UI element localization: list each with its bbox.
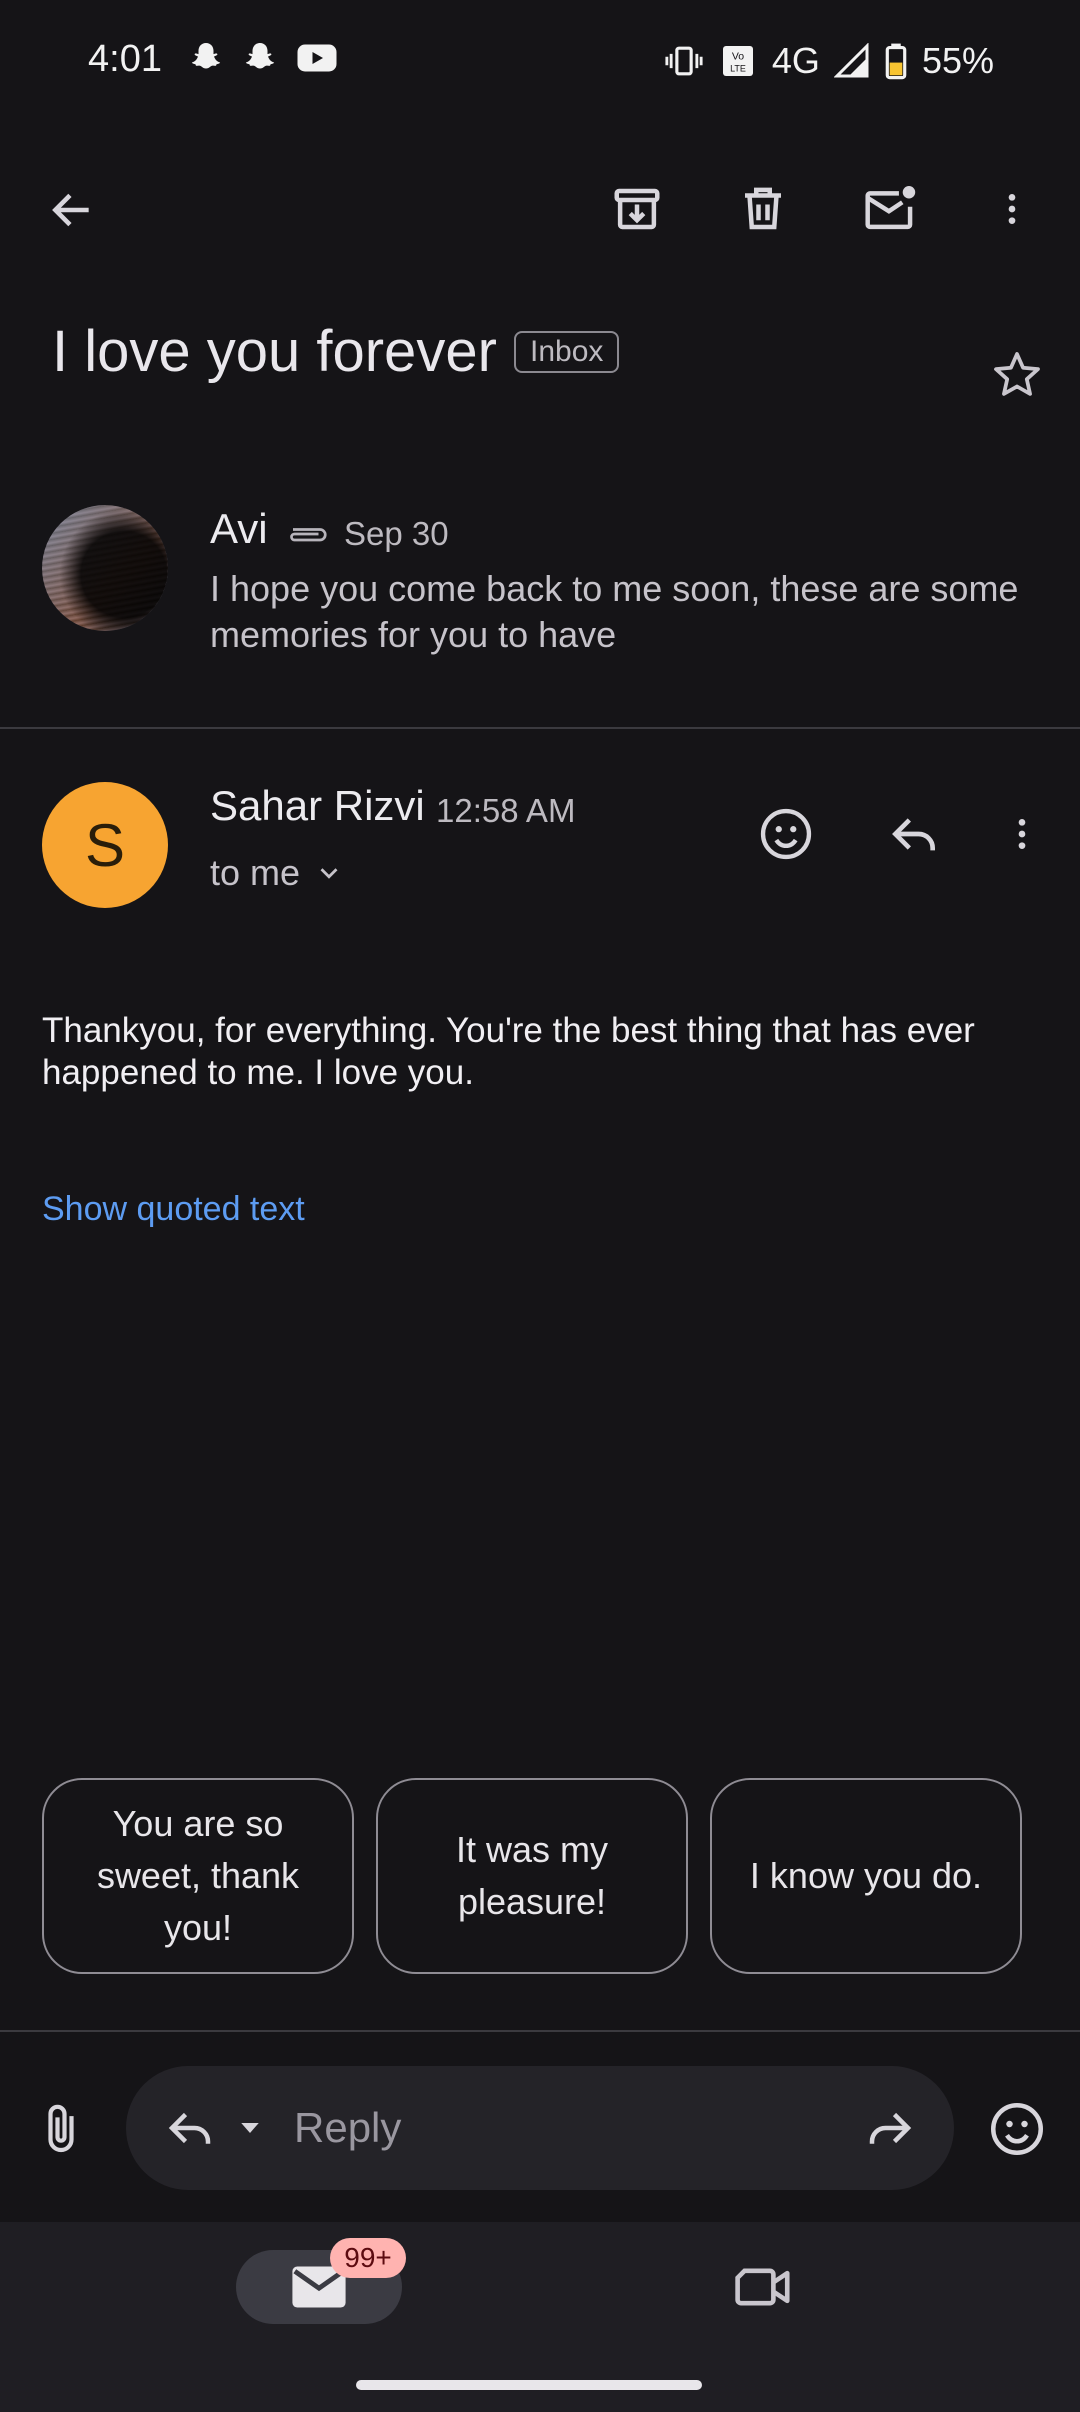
- smart-reply-chip[interactable]: It was my pleasure!: [376, 1778, 688, 1974]
- nav-meet[interactable]: [726, 2254, 800, 2320]
- sender-name: Avi: [210, 505, 268, 552]
- home-indicator[interactable]: [356, 2380, 702, 2390]
- vibrate-icon: [665, 46, 703, 76]
- divider: [0, 727, 1080, 729]
- archive-icon: [614, 188, 660, 230]
- recipient-label: to me: [210, 852, 301, 893]
- show-quoted-text-link[interactable]: Show quoted text: [42, 1190, 305, 1229]
- snapchat-icon: [191, 43, 221, 69]
- unread-count-badge: 99+: [330, 2238, 406, 2278]
- reply-button[interactable]: [880, 800, 948, 868]
- recipient-details-toggle[interactable]: to me: [210, 852, 344, 894]
- reply-type-button[interactable]: [156, 2094, 224, 2162]
- avatar-avi: [42, 505, 168, 631]
- paperclip-icon: [48, 2104, 74, 2153]
- video-camera-icon: [735, 2268, 790, 2306]
- message-more-button[interactable]: [1000, 800, 1044, 868]
- message-date: Sep 30: [344, 515, 449, 552]
- back-button[interactable]: [42, 180, 102, 240]
- message-time: 12:58 AM: [436, 792, 576, 829]
- reply-input[interactable]: Reply: [294, 2104, 401, 2152]
- chevron-down-icon: [320, 868, 338, 879]
- network-type: 4G: [771, 40, 820, 81]
- emoji-icon: [991, 2103, 1043, 2155]
- mark-unread-button[interactable]: [858, 178, 922, 240]
- status-bar: 4:01 Vo LTE 4G 55%: [0, 0, 1080, 125]
- star-icon: [994, 352, 1040, 396]
- smart-reply-chip[interactable]: You are so sweet, thank you!: [42, 1778, 354, 1974]
- star-button[interactable]: [982, 340, 1052, 410]
- forward-icon: [869, 2112, 912, 2144]
- smart-replies: You are so sweet, thank you! It was my p…: [42, 1778, 1022, 1974]
- youtube-icon: [297, 44, 337, 72]
- svg-text:Vo: Vo: [732, 51, 744, 63]
- message-snippet: I hope you come back to me soon, these a…: [210, 568, 1019, 655]
- archive-button[interactable]: [606, 178, 668, 240]
- emoji-icon: [760, 808, 812, 860]
- battery-icon: [885, 43, 907, 80]
- attach-button[interactable]: [28, 2096, 94, 2162]
- back-arrow-icon: [52, 193, 89, 227]
- system-status-icons: Vo LTE 4G 55%: [664, 40, 994, 82]
- snapchat-icon: [245, 43, 275, 69]
- smart-reply-chip[interactable]: I know you do.: [710, 1778, 1022, 1974]
- svg-text:LTE: LTE: [730, 64, 746, 74]
- divider: [0, 2030, 1080, 2032]
- message-body: Thankyou, for everything. You're the bes…: [42, 1011, 975, 1092]
- status-time: 4:01: [88, 38, 162, 80]
- delete-button[interactable]: [732, 178, 794, 240]
- attachment-icon: [284, 520, 332, 553]
- email-subject: I love you forever: [52, 319, 497, 384]
- reply-type-dropdown[interactable]: [232, 2110, 268, 2146]
- volte-icon: VoLTE: [722, 46, 753, 76]
- mark-unread-icon: [865, 186, 916, 230]
- reply-icon: [168, 2112, 211, 2144]
- reply-icon: [892, 818, 935, 851]
- add-reaction-button[interactable]: [752, 800, 820, 868]
- caret-down-icon: [241, 2123, 259, 2133]
- delete-icon: [745, 187, 781, 230]
- avatar-sahar[interactable]: S: [42, 782, 168, 908]
- battery-percent: 55%: [921, 40, 994, 81]
- notification-icons: [188, 40, 338, 76]
- inbox-label-chip[interactable]: Inbox: [514, 331, 620, 373]
- emoji-button[interactable]: [982, 2094, 1052, 2164]
- signal-icon: [833, 43, 869, 78]
- more-vert-icon: [1008, 194, 1016, 224]
- top-toolbar: [0, 170, 1080, 250]
- more-options-button[interactable]: [982, 178, 1042, 240]
- forward-button[interactable]: [856, 2094, 924, 2162]
- sender-name: Sahar Rizvi: [210, 782, 425, 829]
- more-vert-icon: [1018, 819, 1026, 849]
